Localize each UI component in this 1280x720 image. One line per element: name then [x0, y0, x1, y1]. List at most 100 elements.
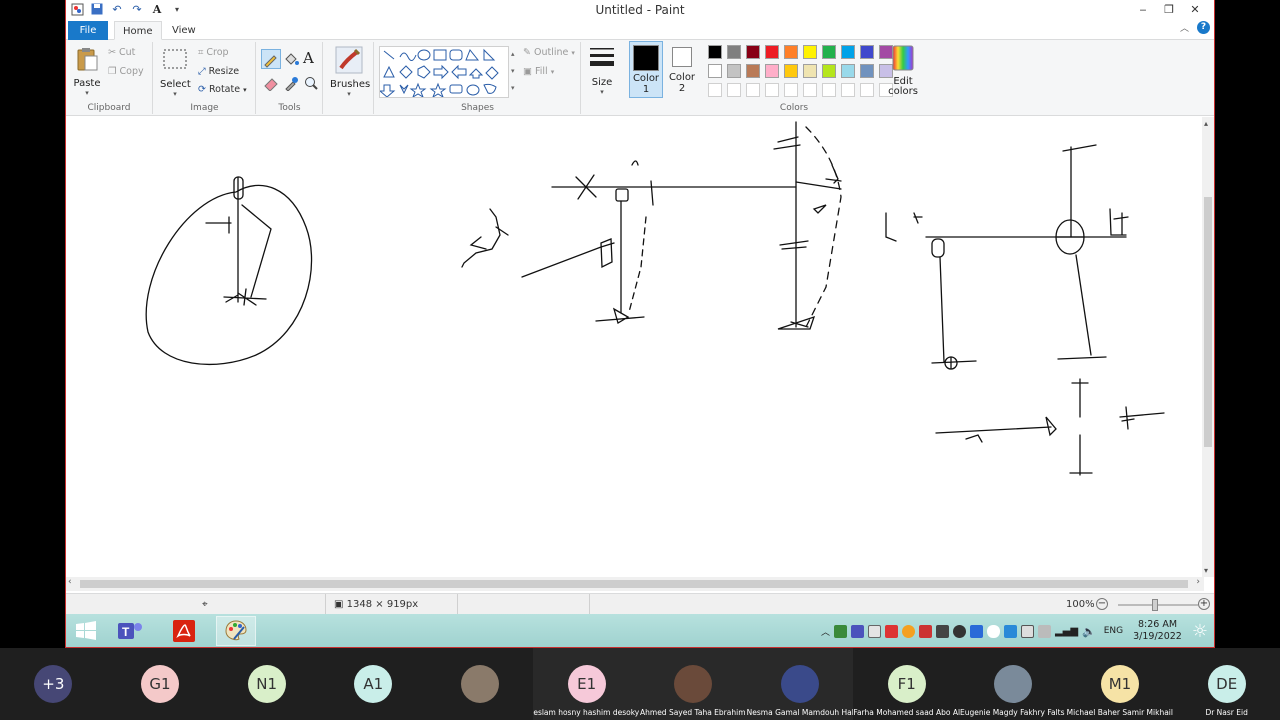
participant-tile[interactable]: A1 — [320, 648, 427, 720]
zoom-slider-thumb[interactable] — [1152, 599, 1158, 611]
vertical-scroll-thumb[interactable] — [1204, 197, 1212, 447]
custom-color-swatch[interactable] — [803, 83, 817, 97]
zoom-out-button[interactable]: − — [1096, 598, 1108, 610]
size-button[interactable]: Size ▾ — [585, 44, 619, 96]
participant-tile[interactable]: E1 eslam hosny hashim desoky 1900125 — [533, 648, 640, 720]
color-swatch[interactable] — [860, 45, 874, 59]
pencil-tool[interactable] — [261, 49, 281, 69]
collapse-ribbon-icon[interactable]: ︿ — [1180, 21, 1189, 34]
color-swatch[interactable] — [822, 64, 836, 78]
scroll-down-icon[interactable]: ▾ — [1204, 566, 1208, 575]
custom-color-swatch[interactable] — [860, 83, 874, 97]
minimize-button[interactable]: ‒ — [1130, 1, 1156, 19]
magnifier-tool[interactable] — [303, 75, 319, 94]
tray-app-icon-3[interactable] — [918, 624, 932, 638]
custom-color-swatch[interactable] — [746, 83, 760, 97]
color-swatch[interactable] — [727, 64, 741, 78]
drawing-canvas[interactable] — [66, 117, 1204, 577]
color-swatch[interactable] — [765, 45, 779, 59]
horizontal-scrollbar[interactable]: ‹ › — [66, 577, 1204, 591]
tray-monitor-icon[interactable] — [935, 624, 949, 638]
participant-tile[interactable]: +3 — [0, 648, 107, 720]
language-indicator[interactable]: ENG — [1104, 626, 1123, 636]
zoom-slider[interactable] — [1118, 599, 1198, 611]
copy-button[interactable]: ❐ Copy — [108, 66, 144, 77]
scroll-right-icon[interactable]: › — [1196, 577, 1200, 587]
color-swatch[interactable] — [708, 64, 722, 78]
start-button[interactable] — [66, 616, 106, 646]
help-icon[interactable]: ? — [1197, 21, 1210, 34]
vertical-scrollbar[interactable]: ▴ ▾ — [1202, 117, 1214, 577]
participant-tile[interactable]: Eugenie Magdy Fakhry Falts 1901110 — [960, 648, 1067, 720]
color-swatch[interactable] — [841, 64, 855, 78]
tab-view[interactable]: View — [164, 21, 204, 40]
brushes-button[interactable]: Brushes ▾ — [330, 46, 370, 98]
custom-color-swatch[interactable] — [784, 83, 798, 97]
custom-color-swatch[interactable] — [822, 83, 836, 97]
tray-app-icon-4[interactable] — [969, 624, 983, 638]
restore-button[interactable]: ❐ — [1156, 1, 1182, 19]
color-picker-tool[interactable] — [283, 75, 299, 94]
color-swatch[interactable] — [746, 45, 760, 59]
wifi-icon[interactable]: ▂▄▆ — [1055, 626, 1078, 637]
tray-teams-icon[interactable] — [850, 624, 864, 638]
resize-button[interactable]: ⤢ Resize — [198, 66, 239, 77]
participant-tile[interactable] — [427, 648, 534, 720]
custom-color-swatch[interactable] — [841, 83, 855, 97]
color-swatch[interactable] — [784, 64, 798, 78]
color-swatch[interactable] — [746, 64, 760, 78]
tray-app-icon-1[interactable] — [833, 624, 847, 638]
color-swatch[interactable] — [784, 45, 798, 59]
participant-tile[interactable]: F1 Farha Mohamed saad Abo Alkasem... — [853, 648, 960, 720]
text-tool[interactable]: A — [303, 49, 314, 67]
crop-button[interactable]: ⌗ Crop — [198, 47, 229, 58]
volume-icon[interactable]: 🔈 — [1082, 625, 1096, 638]
tray-overflow-icon[interactable]: ︿ — [821, 625, 830, 638]
scroll-left-icon[interactable]: ‹ — [68, 577, 72, 587]
color2-button[interactable]: Color 2 — [665, 41, 699, 94]
color-swatch[interactable] — [708, 45, 722, 59]
color1-button[interactable]: Color 1 — [629, 41, 663, 98]
color-swatch[interactable] — [822, 45, 836, 59]
fill-tool[interactable] — [283, 51, 299, 70]
participant-tile[interactable]: N1 — [213, 648, 320, 720]
participant-tile[interactable]: G1 — [107, 648, 214, 720]
custom-color-swatch[interactable] — [708, 83, 722, 97]
custom-color-swatch[interactable] — [727, 83, 741, 97]
color-swatch[interactable] — [803, 64, 817, 78]
notification-center-icon[interactable]: ☼ — [1192, 621, 1208, 642]
paste-button[interactable]: Paste ▾ — [72, 45, 102, 97]
eraser-tool[interactable] — [263, 75, 279, 94]
tray-camera-icon[interactable] — [952, 624, 966, 638]
tab-file[interactable]: File — [68, 21, 108, 40]
taskbar-acrobat[interactable] — [164, 616, 204, 646]
color-swatch[interactable] — [860, 64, 874, 78]
tray-pen-icon[interactable] — [1020, 624, 1034, 638]
participant-tile[interactable]: Ahmed Sayed Taha Ebrahim 1901195 — [640, 648, 747, 720]
participant-tile[interactable]: M1 Michael Baher Samir Mikhail 1900166 — [1067, 648, 1173, 720]
tray-chrome-icon[interactable] — [901, 624, 915, 638]
edit-colors-button[interactable]: Edit colors — [884, 44, 922, 97]
custom-color-swatch[interactable] — [765, 83, 779, 97]
participant-tile[interactable]: DE Dr Nasr Eid — [1173, 648, 1280, 720]
horizontal-scroll-thumb[interactable] — [80, 580, 1188, 588]
fill-button[interactable]: ▣ Fill ▾ — [523, 66, 554, 77]
participant-tile[interactable]: Nesma Gamal Mamdouh Habib 17T... — [746, 648, 854, 720]
select-button[interactable]: Select ▾ — [160, 46, 191, 98]
taskbar-teams[interactable]: T — [110, 616, 150, 646]
outline-button[interactable]: ✎ Outline ▾ — [523, 47, 575, 58]
rotate-button[interactable]: ⟳ Rotate ▾ — [198, 84, 247, 95]
tray-link-icon[interactable] — [867, 624, 881, 638]
taskbar-paint[interactable] — [216, 616, 256, 646]
color-swatch[interactable] — [803, 45, 817, 59]
cut-button[interactable]: ✂ Cut — [108, 47, 135, 58]
scroll-up-icon[interactable]: ▴ — [1204, 119, 1208, 128]
zoom-in-button[interactable]: + — [1198, 598, 1210, 610]
tray-app-icon-2[interactable] — [884, 624, 898, 638]
taskbar-clock[interactable]: 8:26 AM 3/19/2022 — [1133, 619, 1182, 643]
tray-cloud-icon[interactable] — [986, 624, 1000, 638]
tab-home[interactable]: Home — [114, 21, 162, 40]
color-swatch[interactable] — [727, 45, 741, 59]
color-swatch[interactable] — [841, 45, 855, 59]
color-swatch[interactable] — [765, 64, 779, 78]
